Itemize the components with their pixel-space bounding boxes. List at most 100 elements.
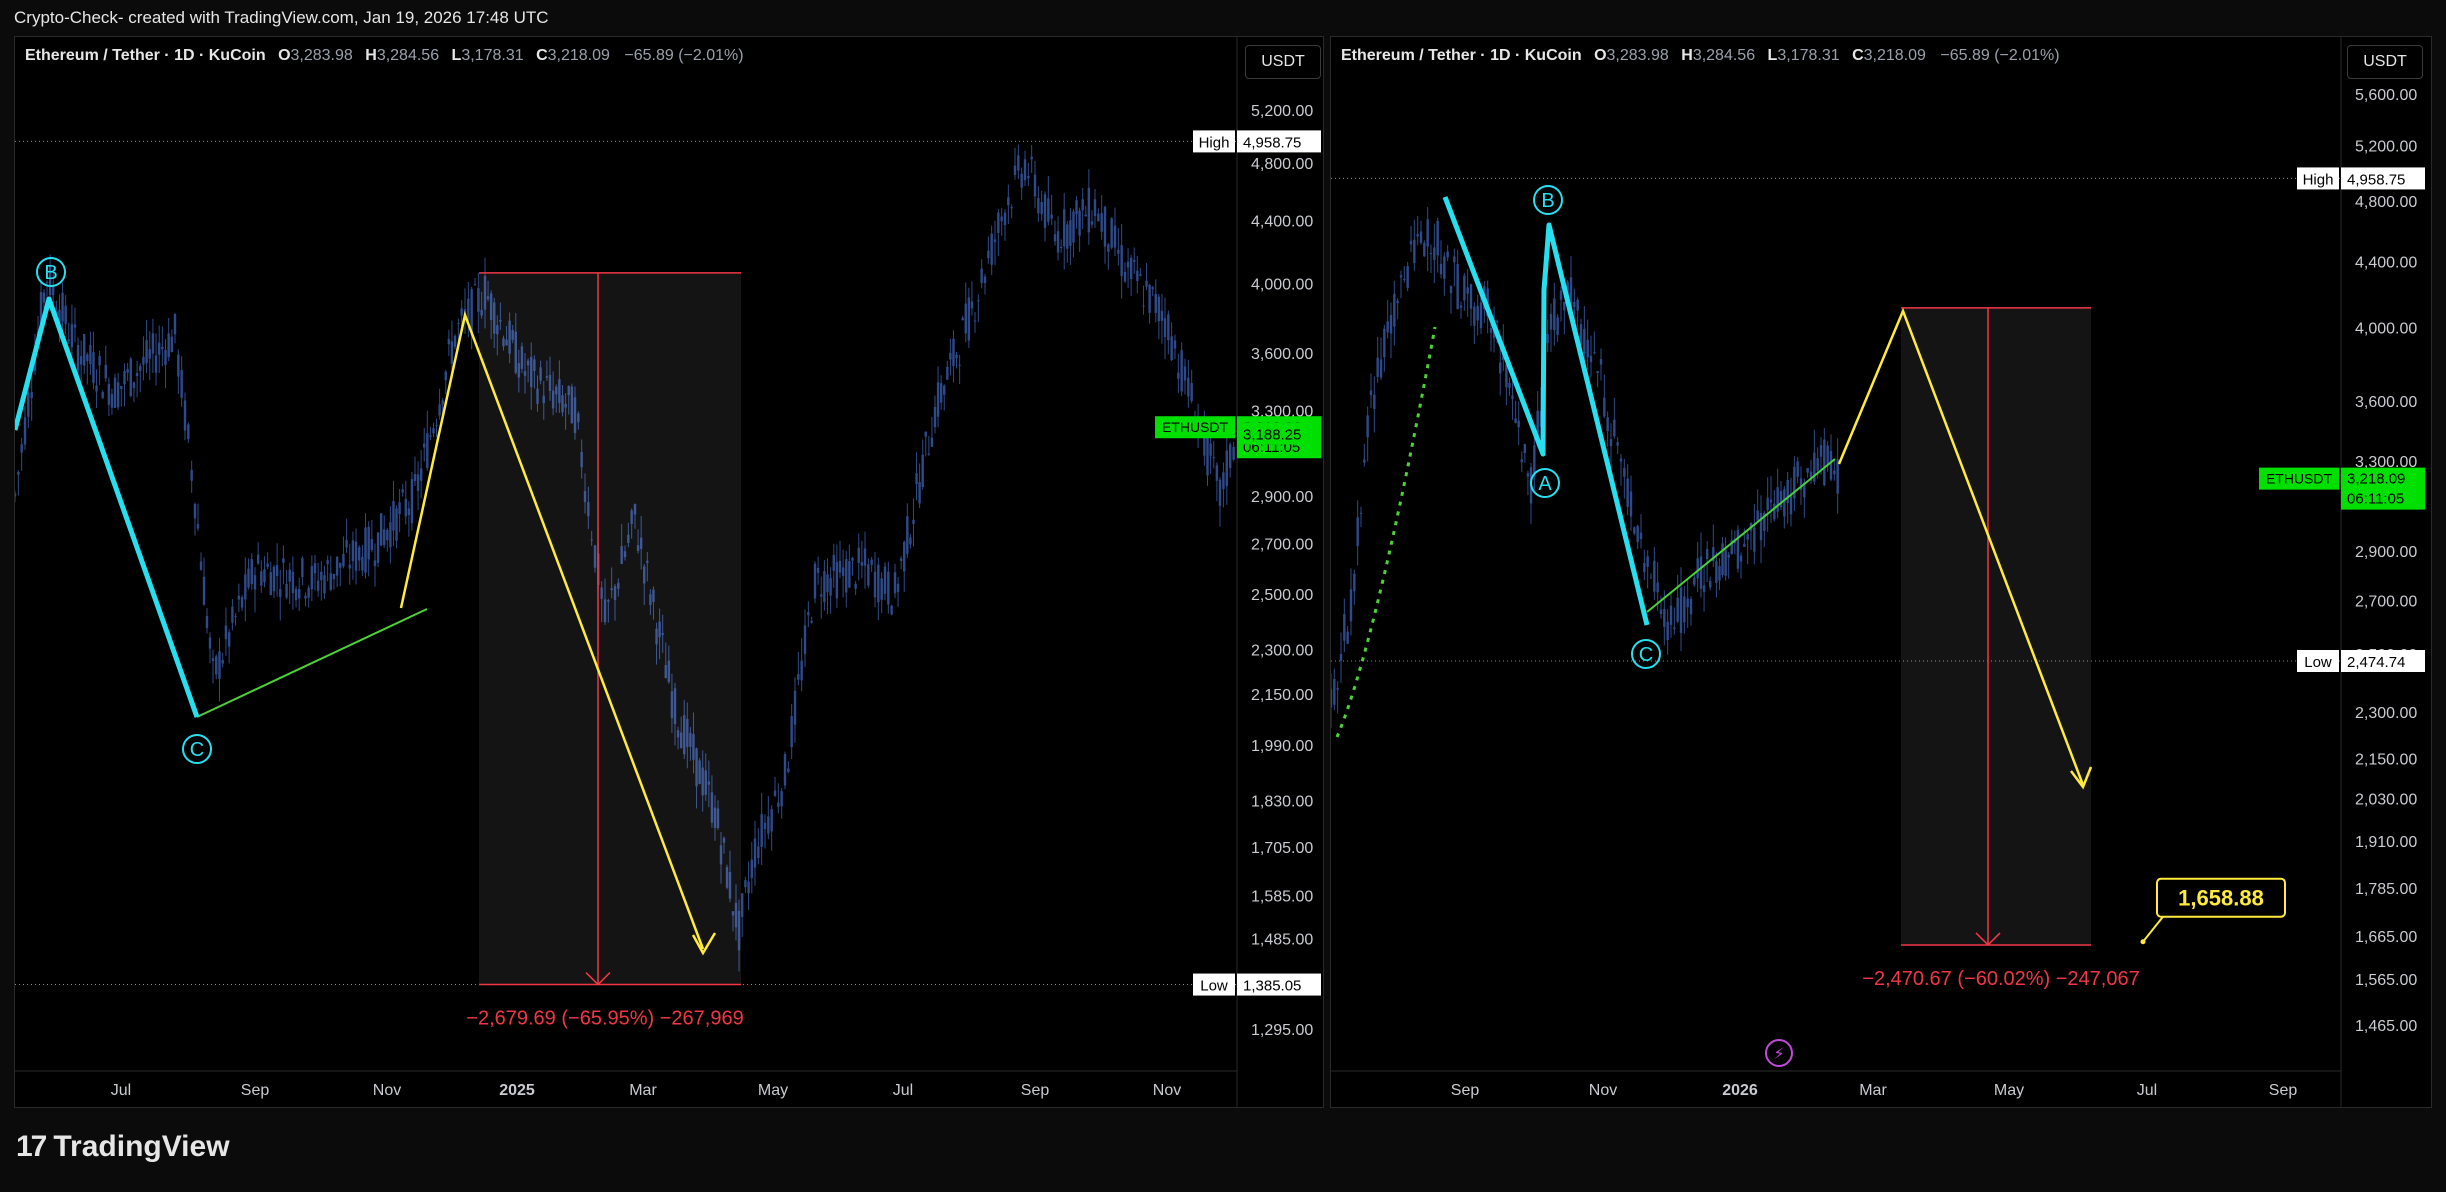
- candle-body: [1826, 445, 1829, 465]
- chart-panel-left[interactable]: Ethereum / Tether · 1D · KuCoin O3,283.9…: [14, 36, 1324, 1108]
- candle-body: [161, 346, 164, 350]
- candle-body: [354, 541, 358, 571]
- candle-body: [52, 285, 55, 296]
- elliott-wave-path: [1442, 196, 1650, 626]
- candle-body: [1339, 654, 1343, 661]
- candle-body: [148, 349, 151, 359]
- candle-body: [135, 373, 139, 376]
- y-tick-label: 2,700.00: [2355, 594, 2417, 611]
- x-tick-label: Sep: [2269, 1082, 2298, 1099]
- candle-body: [177, 354, 180, 377]
- candle-body: [1103, 206, 1107, 247]
- candle-body: [1446, 251, 1449, 258]
- candle-body: [120, 386, 123, 389]
- candle-body: [1037, 198, 1040, 214]
- candle-body: [848, 561, 851, 588]
- candle-body: [1783, 489, 1786, 517]
- candle-body: [1030, 156, 1033, 160]
- candle-body: [1769, 499, 1773, 503]
- candle-body: [760, 814, 763, 847]
- symbol-tag: ETHUSDT: [2266, 471, 2333, 487]
- candle-body: [1056, 231, 1060, 253]
- candle-body: [1629, 491, 1633, 517]
- candle-body: [1072, 211, 1075, 243]
- candle-body: [1766, 497, 1769, 511]
- candle-body: [95, 385, 98, 392]
- candle-body: [316, 580, 320, 591]
- candle-body: [1366, 415, 1369, 438]
- candle-body: [275, 565, 279, 577]
- candle-body: [1489, 328, 1493, 333]
- chart-canvas-right: 5,600.00 5,200.00 4,800.00 4,400.00 4,000.00…: [1331, 37, 2425, 1107]
- x-tick-label: May: [1994, 1082, 2024, 1099]
- candle-body: [1508, 383, 1511, 388]
- candle-body: [1469, 284, 1473, 309]
- candle-body: [1736, 529, 1740, 569]
- candle-body: [750, 859, 753, 878]
- candle-body: [1142, 305, 1145, 307]
- candle-body: [1349, 589, 1353, 622]
- candle-body: [173, 314, 177, 335]
- x-tick-label: Jul: [111, 1082, 131, 1099]
- candle-body: [854, 583, 857, 589]
- candle-body: [416, 474, 420, 491]
- candle-body: [1443, 256, 1446, 279]
- y-tick-label: 1,830.00: [1251, 793, 1313, 810]
- candle-body: [1743, 543, 1746, 547]
- candle-body: [438, 404, 441, 416]
- candle-body: [1225, 450, 1228, 486]
- chart-attribution: Crypto-Check- created with TradingView.c…: [14, 8, 549, 27]
- candle-body: [404, 498, 407, 517]
- candle-body: [1050, 214, 1053, 219]
- candle-body: [1373, 394, 1376, 409]
- candle-body: [441, 400, 444, 405]
- candle-body: [101, 391, 104, 399]
- candle-body: [358, 547, 361, 561]
- candle-body: [199, 561, 203, 570]
- brand-name: TradingView: [53, 1130, 230, 1163]
- candle-body: [1693, 577, 1696, 585]
- candle-body: [903, 541, 906, 572]
- candle-body: [1433, 247, 1436, 260]
- candle-body: [92, 352, 95, 384]
- candle-body: [205, 616, 209, 629]
- y-tick-label: 2,150.00: [2355, 752, 2417, 769]
- y-tick-label: 1,585.00: [1251, 888, 1313, 905]
- candle-body: [1218, 479, 1222, 506]
- candle-body: [1546, 334, 1549, 343]
- candle-body: [1556, 317, 1559, 335]
- candle-body: [142, 356, 145, 365]
- candle-body: [1413, 239, 1416, 264]
- candle-body: [980, 268, 983, 284]
- y-tick-label: 2,030.00: [2355, 792, 2417, 809]
- candle-body: [1593, 352, 1596, 354]
- candle-body: [790, 716, 793, 748]
- candle-body: [1606, 417, 1609, 432]
- candle-body: [838, 560, 842, 573]
- candle-body: [1683, 596, 1686, 623]
- candle-body: [15, 493, 17, 497]
- candle-body: [432, 428, 435, 434]
- candle-body: [1173, 340, 1177, 349]
- candle-body: [158, 342, 161, 355]
- chart-panel-right[interactable]: Ethereum / Tether · 1D · KuCoin O3,283.9…: [1330, 36, 2432, 1108]
- candle-body: [967, 297, 971, 341]
- candle-body: [949, 352, 952, 360]
- tradingview-logo[interactable]: 17 TradingView: [16, 1130, 230, 1164]
- candle-body: [23, 417, 27, 445]
- candle-body: [1393, 293, 1396, 327]
- candle-body: [42, 292, 46, 303]
- candle-body: [1409, 240, 1413, 245]
- candle-body: [955, 354, 958, 359]
- high-value: 4,958.75: [2347, 171, 2405, 188]
- candle-body: [1523, 444, 1527, 454]
- candle-body: [1819, 445, 1823, 457]
- candle-body: [1084, 214, 1087, 217]
- candle-body: [820, 594, 823, 597]
- symbol-tag: ETHUSDT: [1162, 419, 1229, 435]
- y-tick-label: 2,900.00: [2355, 544, 2417, 561]
- candle-body: [256, 554, 260, 564]
- candle-body: [797, 674, 800, 680]
- candle-body: [1724, 549, 1727, 576]
- candle-body: [20, 444, 23, 453]
